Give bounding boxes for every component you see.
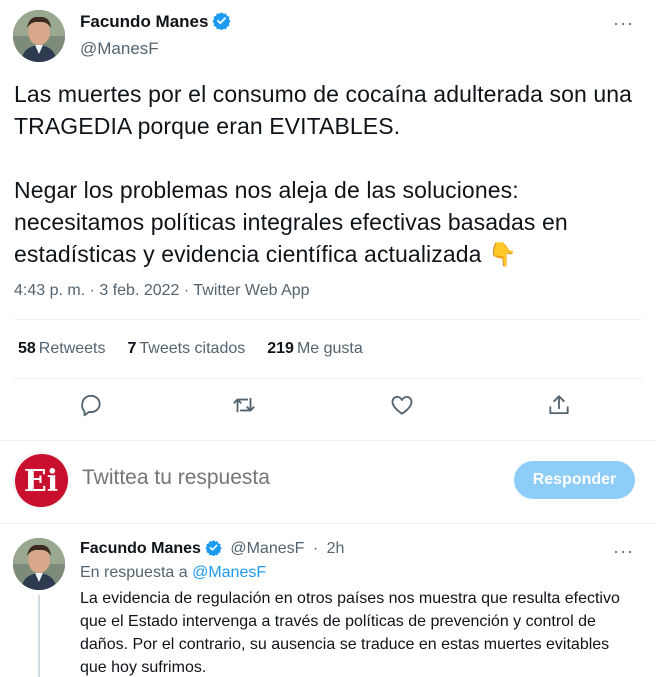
reply-author-avatar[interactable] [13, 538, 65, 590]
retweets-label: Retweets [38, 340, 106, 357]
more-options-icon[interactable]: ··· [613, 542, 634, 560]
reply-author-handle[interactable]: @ManesF [230, 540, 304, 557]
divider [14, 378, 642, 379]
retweets-stat[interactable]: 58 Retweets [18, 340, 106, 358]
tweet-paragraph-2: Negar los problemas nos aleja de las sol… [14, 174, 644, 270]
reply-compose: Ei Responder [0, 445, 656, 517]
author-avatar[interactable] [13, 10, 65, 62]
user-avatar[interactable]: Ei [13, 452, 69, 508]
thread-line [38, 595, 40, 677]
likes-stat[interactable]: 219 Me gusta [267, 340, 363, 358]
quotes-stat[interactable]: 7 Tweets citados [128, 340, 246, 358]
replying-prefix: En respuesta a [80, 564, 188, 581]
quotes-label: Tweets citados [139, 340, 246, 357]
separator: · [312, 540, 319, 557]
reply-time[interactable]: 2h [327, 540, 345, 557]
reply-author-name[interactable]: Facundo Manes [80, 540, 201, 557]
reply-icon[interactable] [78, 392, 104, 418]
pointing-down-emoji: 👇 [488, 241, 517, 267]
reply-tweet[interactable]: Facundo Manes @ManesF · 2h ··· En respue… [0, 525, 656, 677]
user-avatar-monogram: Ei [24, 464, 58, 499]
tweet-header: Facundo Manes @ManesF ··· [0, 0, 656, 70]
tweet-paragraph-2-text: Negar los problemas nos aleja de las sol… [14, 177, 568, 267]
tweet-timestamp[interactable]: 4:43 p. m. · 3 feb. 2022 · Twitter Web A… [14, 282, 310, 300]
replying-handle-link[interactable]: @ManesF [192, 564, 266, 581]
like-icon[interactable] [389, 392, 415, 418]
likes-count: 219 [267, 340, 294, 357]
more-options-icon[interactable]: ··· [613, 14, 634, 32]
tweet-action-bar [0, 388, 656, 422]
verified-badge-icon [205, 539, 222, 561]
divider [14, 319, 642, 320]
author-handle[interactable]: @ManesF [80, 39, 231, 59]
tweet-stats: 58 Retweets 7 Tweets citados 219 Me gusta [18, 340, 363, 358]
author-name[interactable]: Facundo Manes [80, 12, 208, 31]
reply-text: La evidencia de regulación en otros país… [80, 590, 620, 676]
verified-badge-icon [212, 11, 232, 35]
replying-to: En respuesta a @ManesF [80, 564, 266, 582]
share-icon[interactable] [546, 392, 572, 418]
reply-input[interactable] [82, 466, 482, 490]
quotes-count: 7 [127, 340, 137, 357]
divider [0, 440, 656, 441]
retweet-icon[interactable] [231, 392, 257, 418]
divider [0, 523, 656, 524]
likes-label: Me gusta [296, 340, 363, 357]
retweets-count: 58 [18, 340, 36, 357]
tweet-text: Las muertes por el consumo de cocaína ad… [14, 78, 644, 270]
reply-button[interactable]: Responder [514, 461, 635, 499]
tweet-paragraph-1: Las muertes por el consumo de cocaína ad… [14, 81, 633, 139]
